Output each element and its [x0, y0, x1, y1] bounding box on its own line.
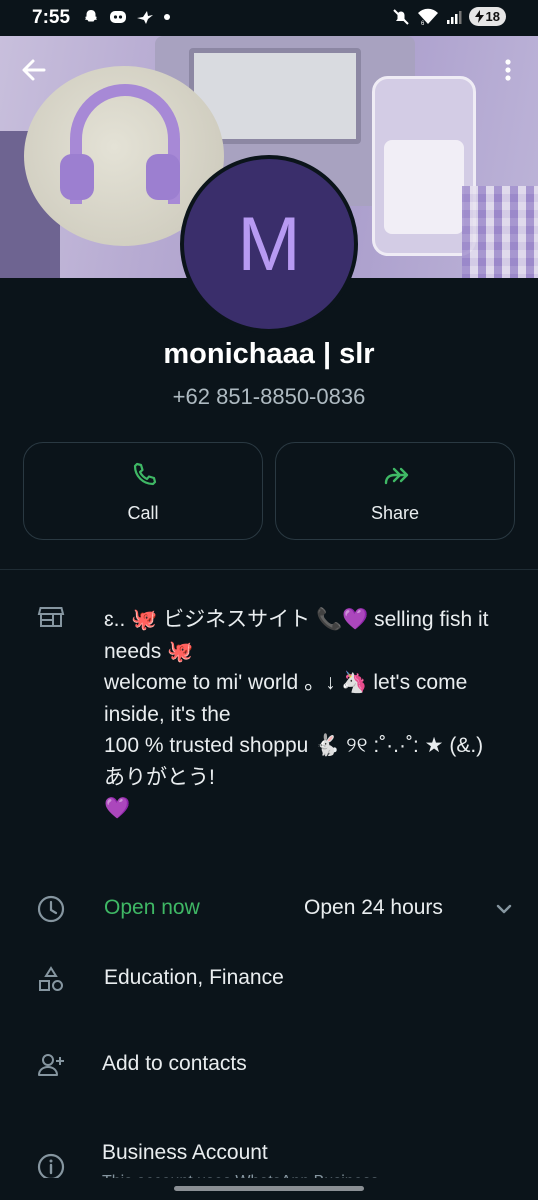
- chevron-down-icon[interactable]: [492, 897, 516, 921]
- contact-name: monichaaa | slr: [163, 338, 375, 370]
- wifi-icon: 6: [417, 8, 438, 26]
- snapchat-icon: [85, 10, 97, 22]
- call-label: Call: [127, 503, 159, 523]
- discord-icon: [110, 11, 126, 23]
- svg-text:6: 6: [421, 21, 425, 26]
- share-button[interactable]: Share: [275, 442, 515, 540]
- battery-indicator: 18: [468, 7, 506, 26]
- battery-level: 18: [485, 9, 500, 24]
- profile-avatar[interactable]: M: [180, 155, 358, 333]
- notification-icons: [82, 8, 171, 26]
- category-shapes-icon: [39, 966, 63, 991]
- dot-icon: [164, 14, 170, 20]
- avatar-initial: M: [180, 155, 358, 333]
- back-arrow-icon[interactable]: [18, 54, 50, 86]
- mute-icon: [392, 8, 409, 25]
- phone-icon: [133, 462, 157, 486]
- add-contact-icon[interactable]: [36, 1050, 66, 1080]
- store-icon: [37, 607, 65, 627]
- share-forward-icon: [384, 467, 409, 485]
- clock-icon: [37, 895, 65, 923]
- add-to-contacts-button[interactable]: Add to contacts: [102, 1052, 247, 1076]
- open-status: Open now: [104, 896, 200, 919]
- gesture-handle[interactable]: [174, 1186, 364, 1191]
- status-time: 7:55: [32, 7, 71, 28]
- status-bar: 7:55 6 18: [0, 0, 538, 36]
- share-label: Share: [370, 503, 420, 523]
- business-category: Education, Finance: [104, 966, 284, 989]
- section-divider: [0, 569, 538, 570]
- bird-icon: [137, 11, 153, 24]
- charging-icon: [474, 10, 484, 23]
- business-description: ɛ.. 🐙 ビジネスサイト 📞💜 selling fish it needs 🐙…: [104, 608, 489, 820]
- signal-icon: [446, 10, 462, 24]
- call-button[interactable]: Call: [23, 442, 263, 540]
- business-account-title[interactable]: Business Account: [102, 1141, 268, 1165]
- system-icons: 6 18: [392, 7, 506, 26]
- contact-phone: +62 851-8850-0836: [172, 384, 366, 409]
- more-options-icon[interactable]: [496, 54, 520, 86]
- business-hours[interactable]: Open 24 hours: [304, 896, 443, 920]
